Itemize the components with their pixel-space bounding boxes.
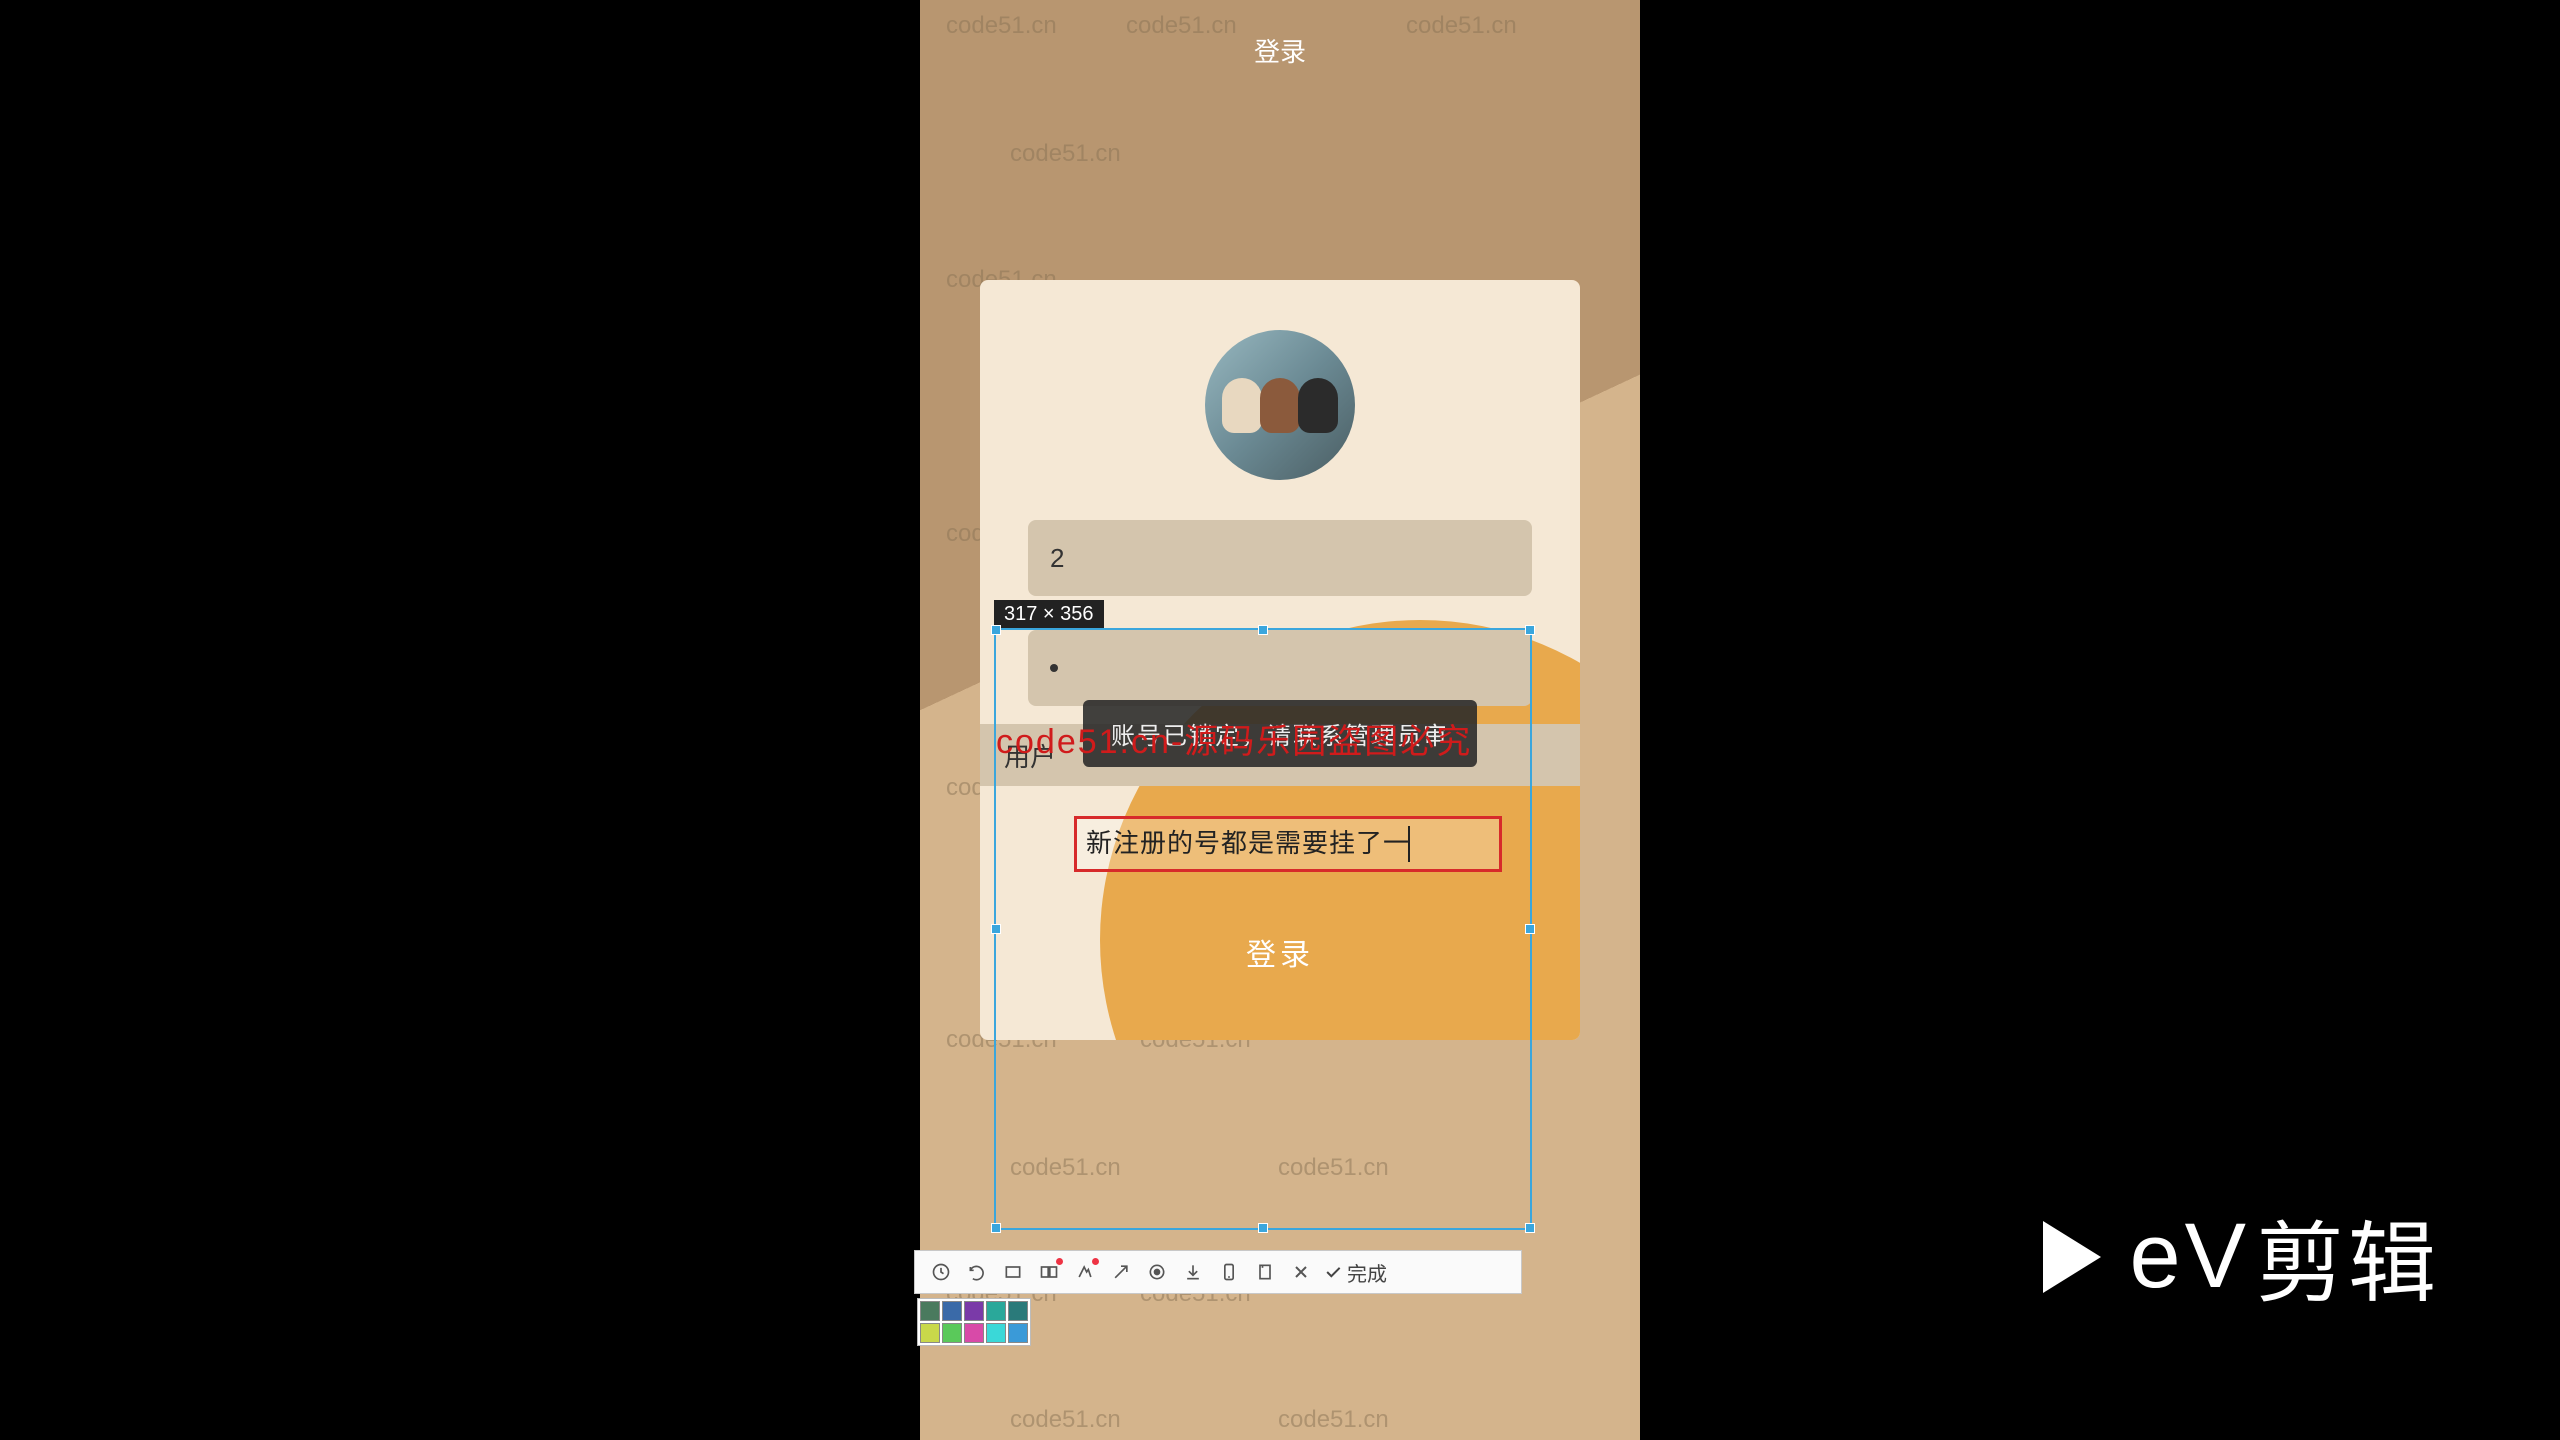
swatch-2[interactable] xyxy=(964,1301,984,1321)
arrow-icon[interactable] xyxy=(1103,1254,1139,1290)
watermark: code51.cn xyxy=(946,12,1057,40)
swatch-9[interactable] xyxy=(1008,1323,1028,1343)
page-title: 登录 xyxy=(1254,32,1306,69)
watermark: code51.cn xyxy=(1010,1406,1121,1434)
swatch-5[interactable] xyxy=(920,1323,940,1343)
brand-suffix: 剪辑 xyxy=(2256,1193,2440,1320)
brand-prefix: eV xyxy=(2129,1204,2250,1309)
watermark: code51.cn xyxy=(1010,140,1121,168)
swatch-6[interactable] xyxy=(942,1323,962,1343)
password-input[interactable] xyxy=(1028,630,1532,706)
username-value: 2 xyxy=(1050,543,1064,574)
red-watermark: code51.cn-源码乐园盗图必究 xyxy=(996,714,1472,763)
password-mask-dot xyxy=(1050,664,1058,672)
download-icon[interactable] xyxy=(1175,1254,1211,1290)
swatch-8[interactable] xyxy=(986,1323,1006,1343)
avatar[interactable] xyxy=(1205,330,1355,480)
swatch-7[interactable] xyxy=(964,1323,984,1343)
undo-icon[interactable] xyxy=(959,1254,995,1290)
pin-icon[interactable] xyxy=(1247,1254,1283,1290)
watermark: code51.cn xyxy=(1278,1154,1389,1182)
watermark: code51.cn xyxy=(1278,1406,1389,1434)
watermark: code51.cn xyxy=(1406,12,1517,40)
watermark: code51.cn xyxy=(1126,12,1237,40)
mosaic-icon[interactable] xyxy=(1067,1254,1103,1290)
selection-size-label: 317 × 356 xyxy=(994,600,1104,629)
color-palette xyxy=(917,1298,1031,1346)
counter-icon[interactable] xyxy=(1031,1254,1067,1290)
swatch-4[interactable] xyxy=(1008,1301,1028,1321)
done-label: 完成 xyxy=(1347,1258,1387,1287)
done-button[interactable]: 完成 xyxy=(1323,1258,1387,1287)
target-icon[interactable] xyxy=(1139,1254,1175,1290)
annotation-text[interactable]: 新注册的号都是需要挂了一 xyxy=(1086,823,1410,860)
phone-icon[interactable] xyxy=(1211,1254,1247,1290)
text-cursor xyxy=(1408,826,1410,862)
username-input[interactable]: 2 xyxy=(1028,520,1532,596)
watermark: code51.cn xyxy=(1010,1154,1121,1182)
close-icon[interactable] xyxy=(1283,1254,1319,1290)
screenshot-toolbar: 完成 xyxy=(914,1250,1522,1294)
login-button[interactable]: 登录 xyxy=(1246,930,1314,974)
play-icon xyxy=(2043,1221,2101,1293)
rect-icon[interactable] xyxy=(995,1254,1031,1290)
swatch-0[interactable] xyxy=(920,1301,940,1321)
swatch-1[interactable] xyxy=(942,1301,962,1321)
login-card: 2 用户 登录 注册用户 注册公司 忘记密码 账号已锁定，请联系管理员审 xyxy=(980,280,1580,1040)
brand-logo: eV 剪辑 xyxy=(2043,1193,2440,1320)
swatch-3[interactable] xyxy=(986,1301,1006,1321)
recent-icon[interactable] xyxy=(923,1254,959,1290)
